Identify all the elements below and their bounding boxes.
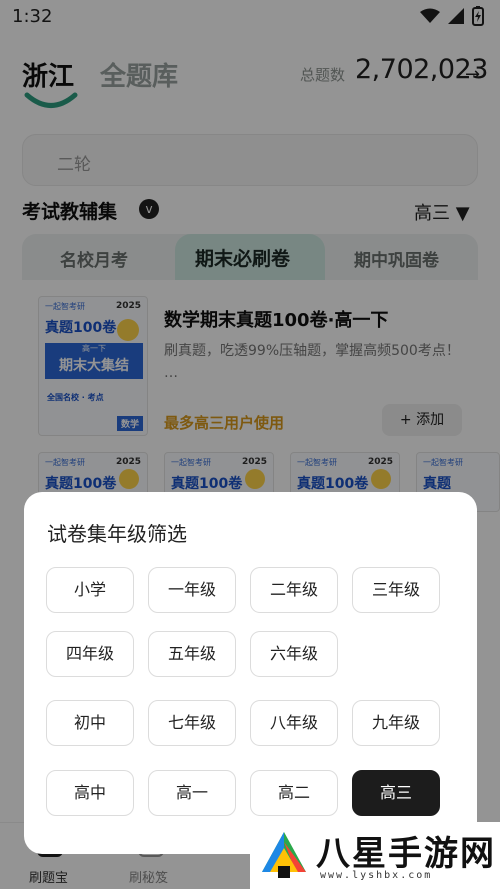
chip-grade-6[interactable]: 六年级 — [250, 631, 338, 677]
watermark-logo-icon — [262, 832, 306, 878]
chip-xiaoxue[interactable]: 小学 — [46, 567, 134, 613]
chip-gaozhong[interactable]: 高中 — [46, 770, 134, 816]
chip-grade-1[interactable]: 一年级 — [148, 567, 236, 613]
chip-gaoyi[interactable]: 高一 — [148, 770, 236, 816]
chip-grade-4[interactable]: 四年级 — [46, 631, 134, 677]
chip-grade-2[interactable]: 二年级 — [250, 567, 338, 613]
chip-chuzhong[interactable]: 初中 — [46, 700, 134, 746]
chip-grade-9[interactable]: 九年级 — [352, 700, 440, 746]
watermark-url: www.lyshbx.com — [320, 870, 433, 881]
watermark: 八星手游网 www.lyshbx.com — [250, 822, 500, 889]
chip-gaoer[interactable]: 高二 — [250, 770, 338, 816]
sheet-title: 试卷集年级筛选 — [47, 522, 187, 546]
chip-grade-5[interactable]: 五年级 — [148, 631, 236, 677]
chip-grade-3[interactable]: 三年级 — [352, 567, 440, 613]
grade-filter-sheet: 试卷集年级筛选 小学 一年级 二年级 三年级 四年级 五年级 六年级 初中 七年… — [24, 492, 477, 854]
chip-gaosan-selected[interactable]: 高三 — [352, 770, 440, 816]
chip-grade-8[interactable]: 八年级 — [250, 700, 338, 746]
watermark-text: 八星手游网 — [316, 834, 496, 874]
chip-grade-7[interactable]: 七年级 — [148, 700, 236, 746]
